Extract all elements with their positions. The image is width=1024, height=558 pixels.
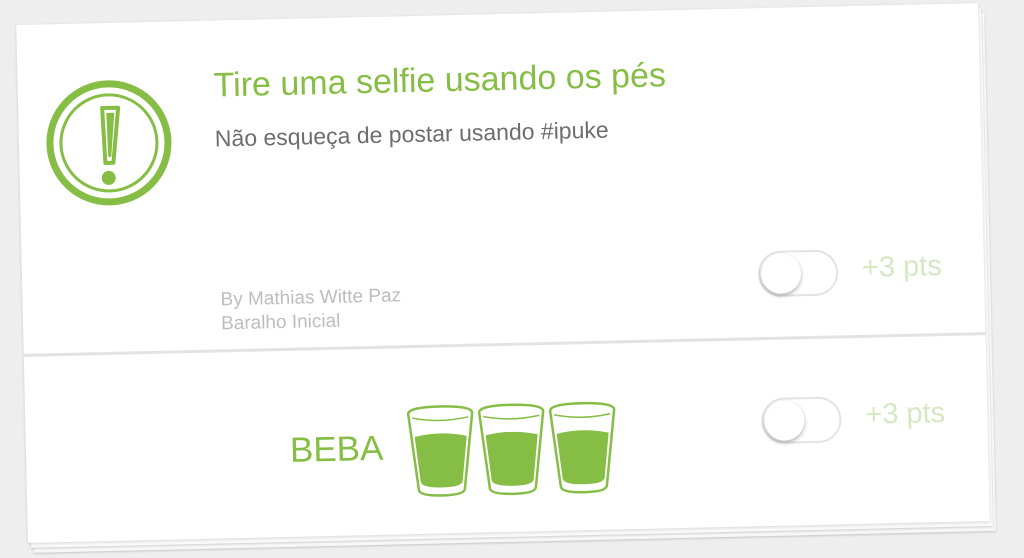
challenge-complete-toggle[interactable]	[757, 249, 839, 298]
card-meta: By Mathias Witte Paz Baralho Inicial	[220, 284, 402, 336]
toggle-knob	[763, 400, 805, 442]
challenge-subtitle: Não esqueça de postar usando #ipuke	[214, 116, 609, 152]
drink-label: BEBA	[289, 428, 384, 470]
card-stack: Tire uma selfie usando os pés Não esqueç…	[16, 3, 996, 553]
shot-glasses	[406, 401, 616, 497]
toggle-knob	[760, 253, 802, 295]
shot-glass-icon	[548, 401, 616, 494]
challenge-title: Tire uma selfie usando os pés	[213, 56, 667, 105]
app-screen: Tire uma selfie usando os pés Não esqueç…	[0, 0, 1024, 558]
drink-points: +3 pts	[864, 397, 946, 431]
card-author: By Mathias Witte Paz	[220, 285, 402, 311]
card-deck: Baralho Inicial	[220, 310, 341, 335]
shot-glass-icon	[477, 403, 545, 496]
exclamation-circle-icon	[46, 80, 172, 206]
challenge-card[interactable]: Tire uma selfie usando os pés Não esqueç…	[16, 3, 990, 543]
drink-complete-toggle[interactable]	[760, 396, 842, 445]
challenge-points: +3 pts	[861, 250, 943, 284]
shot-glass-icon	[406, 405, 474, 497]
card-divider	[23, 332, 986, 357]
